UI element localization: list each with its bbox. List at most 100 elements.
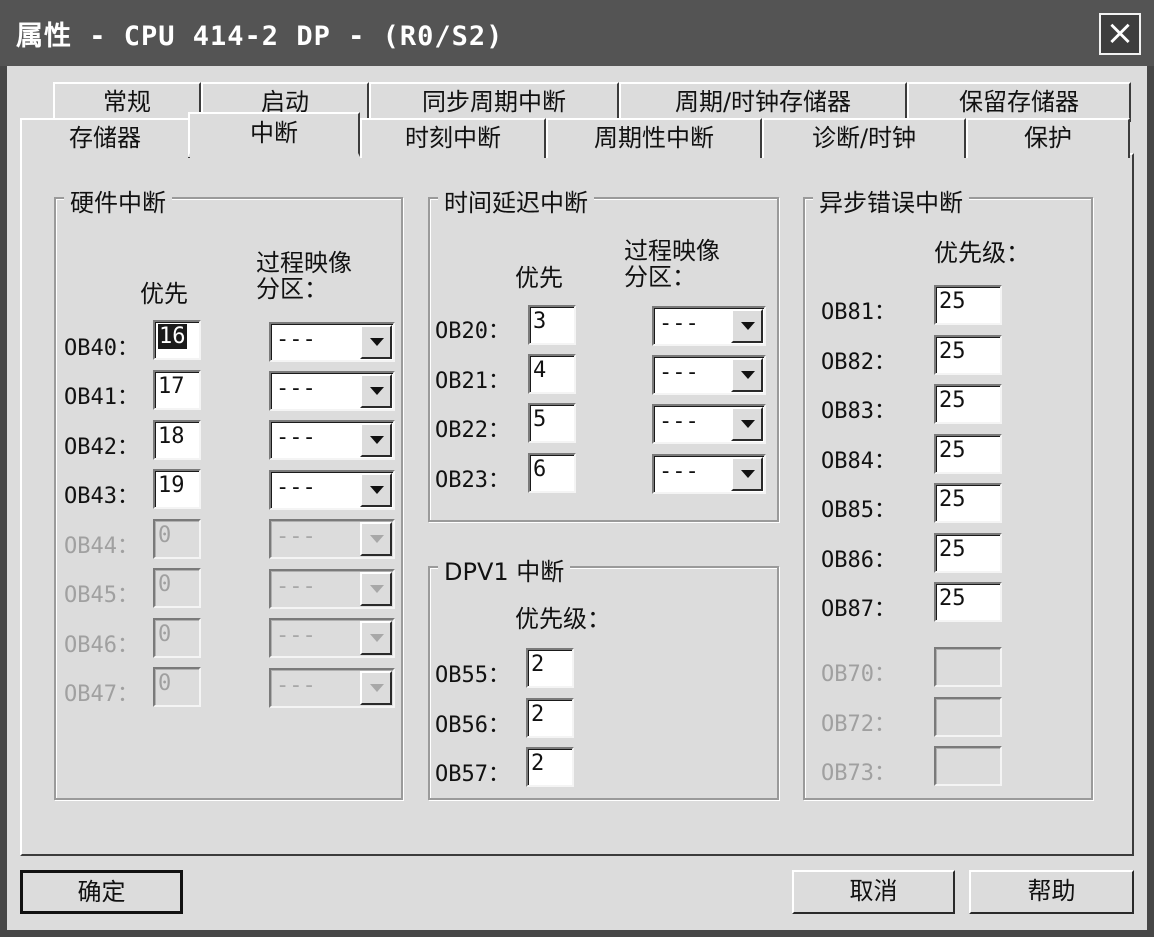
tab-cyclic-interrupts[interactable]: 周期性中断 (546, 118, 762, 158)
ob20-priority-input[interactable]: 3 (528, 305, 576, 345)
ob87-priority-input[interactable]: 25 (934, 582, 1002, 622)
dropdown-button[interactable] (360, 325, 392, 359)
ob43-image-select[interactable]: --- (269, 470, 395, 510)
ob43-label: OB43： (64, 484, 139, 509)
ob40-priority-value: 16 (158, 324, 187, 349)
ob41-priority-input[interactable]: 17 (153, 370, 201, 410)
ob23-label: OB23： (435, 468, 510, 493)
ob45-image-value: --- (276, 574, 316, 599)
dropdown-button[interactable] (731, 457, 763, 491)
tab-retentive-memory[interactable]: 保留存储器 (907, 82, 1131, 122)
ok-button[interactable]: 确定 (20, 870, 183, 914)
ob87-label: OB87： (821, 597, 896, 622)
ob47-label: OB47： (64, 682, 139, 707)
ob22-image-value: --- (659, 409, 699, 434)
ob55-priority-input[interactable]: 2 (526, 648, 574, 688)
ob42-image-select[interactable]: --- (269, 420, 395, 460)
chevron-down-icon (370, 634, 384, 642)
ob22-label: OB22： (435, 418, 510, 443)
dropdown-button[interactable] (360, 473, 392, 507)
time-delay-interrupts-title: 时间延迟中断 (438, 183, 594, 218)
ob82-priority-input[interactable]: 25 (934, 335, 1002, 375)
cancel-button[interactable]: 取消 (792, 870, 955, 914)
ob45-priority-input: 0 (153, 568, 201, 608)
ob56-priority-input[interactable]: 2 (526, 698, 574, 738)
ob86-priority-input[interactable]: 25 (934, 533, 1002, 573)
dropdown-button[interactable] (360, 374, 392, 408)
ob44-image-value: --- (276, 524, 316, 549)
tab-memory[interactable]: 存储器 (20, 118, 190, 158)
title-bar: 属性 - CPU 414-2 DP - (R0/S2) × (0, 0, 1154, 66)
tab-sync-cycle-interrupts[interactable]: 同步周期中断 (369, 82, 619, 122)
delay-priority-header: 优先 (515, 264, 563, 292)
dropdown-button[interactable] (731, 407, 763, 441)
window-title: 属性 - CPU 414-2 DP - (R0/S2) (16, 21, 504, 52)
ob44-label: OB44： (64, 534, 139, 559)
dropdown-button (360, 572, 392, 606)
ob86-label: OB86： (821, 548, 896, 573)
ob57-priority-input[interactable]: 2 (526, 747, 574, 787)
ob22-priority-input[interactable]: 5 (528, 403, 576, 443)
chevron-down-icon (370, 338, 384, 346)
close-button[interactable]: × (1099, 13, 1141, 55)
dropdown-button[interactable] (731, 358, 763, 392)
ob23-priority-input[interactable]: 6 (528, 453, 576, 493)
chevron-down-icon (741, 322, 755, 330)
ob72-label: OB72： (821, 712, 896, 737)
ob42-priority-input[interactable]: 18 (153, 420, 201, 460)
ob84-priority-input[interactable]: 25 (934, 434, 1002, 474)
chevron-down-icon (370, 486, 384, 494)
ob84-label: OB84： (821, 449, 896, 474)
chevron-down-icon (741, 420, 755, 428)
ob40-image-value: --- (276, 327, 316, 352)
hardware-image-header-line1: 过程映像 (256, 249, 352, 277)
tab-interrupts[interactable]: 中断 (188, 112, 360, 157)
ob44-image-select: --- (269, 519, 395, 559)
dpv1-priority-header: 优先级： (515, 605, 611, 633)
ob83-priority-input[interactable]: 25 (934, 384, 1002, 424)
ob43-priority-input[interactable]: 19 (153, 469, 201, 509)
ob40-priority-input[interactable]: 16 (153, 320, 201, 360)
dpv1-interrupts-title: DPV1 中断 (438, 552, 571, 587)
hardware-priority-header: 优先 (140, 280, 188, 308)
ob20-image-select[interactable]: --- (652, 306, 766, 346)
chevron-down-icon (741, 470, 755, 478)
chevron-down-icon (370, 387, 384, 395)
ob21-image-select[interactable]: --- (652, 355, 766, 395)
ob42-image-value: --- (276, 425, 316, 450)
tab-general[interactable]: 常规 (53, 82, 201, 122)
ob45-image-select: --- (269, 569, 395, 609)
dropdown-button[interactable] (731, 309, 763, 343)
ob22-image-select[interactable]: --- (652, 404, 766, 444)
tab-diagnostics-clock[interactable]: 诊断/时钟 (762, 118, 966, 158)
ob41-label: OB41： (64, 385, 139, 410)
tab-protection[interactable]: 保护 (966, 118, 1130, 158)
tab-time-of-day-interrupts[interactable]: 时刻中断 (360, 118, 546, 158)
ob73-priority-input (934, 746, 1002, 786)
ob41-image-value: --- (276, 376, 316, 401)
ob73-label: OB73： (821, 761, 896, 786)
ob40-image-select[interactable]: --- (269, 322, 395, 362)
ob43-image-value: --- (276, 475, 316, 500)
async-priority-header: 优先级： (934, 239, 1030, 267)
chevron-down-icon (370, 436, 384, 444)
ob46-label: OB46： (64, 633, 139, 658)
ob41-image-select[interactable]: --- (269, 371, 395, 411)
hardware-interrupts-title: 硬件中断 (64, 183, 172, 218)
ob57-label: OB57： (435, 762, 510, 787)
chevron-down-icon (370, 684, 384, 692)
ob47-priority-input: 0 (153, 667, 201, 707)
ob23-image-select[interactable]: --- (652, 454, 766, 494)
chevron-down-icon (370, 585, 384, 593)
ob40-label: OB40： (64, 336, 139, 361)
chevron-down-icon (741, 371, 755, 379)
help-button[interactable]: 帮助 (969, 870, 1134, 914)
ob81-priority-input[interactable]: 25 (934, 285, 1002, 325)
ob85-priority-input[interactable]: 25 (934, 483, 1002, 523)
ob20-image-value: --- (659, 311, 699, 336)
dropdown-button[interactable] (360, 423, 392, 457)
tab-cycle-clock-memory[interactable]: 周期/时钟存储器 (619, 82, 907, 122)
ob46-image-select: --- (269, 618, 395, 658)
ob21-priority-input[interactable]: 4 (528, 354, 576, 394)
ob56-label: OB56： (435, 713, 510, 738)
